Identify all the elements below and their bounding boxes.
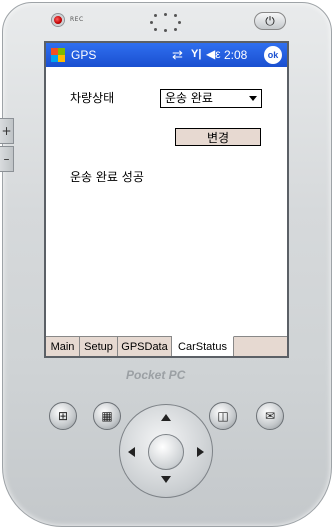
navigation-pad-center[interactable] xyxy=(148,434,184,470)
nav-up-arrow-icon[interactable] xyxy=(161,414,171,421)
tab-main-label: Main xyxy=(50,341,75,353)
change-button-label: 변경 xyxy=(206,130,230,145)
tab-gpsdata-label: GPSData xyxy=(121,341,168,353)
signal-icon[interactable]: Y| xyxy=(191,48,201,60)
start-menu-windows-icon[interactable] xyxy=(50,47,66,63)
start-hardware-button[interactable]: ⊞ xyxy=(49,402,77,430)
brand-logo: Pocket PC xyxy=(126,368,186,382)
tab-carstatus-label: CarStatus xyxy=(178,341,227,353)
contacts-icon: ◫ xyxy=(217,409,229,423)
power-button[interactable]: ⏻ xyxy=(254,12,286,30)
change-button[interactable]: 변경 xyxy=(175,128,261,146)
title-bar: GPS ⇄ Y| ◀ε 2:08 ok xyxy=(46,43,287,67)
tab-gpsdata[interactable]: GPSData xyxy=(118,337,172,356)
app-title: GPS xyxy=(71,48,97,62)
inbox-hardware-button[interactable]: ✉ xyxy=(256,402,284,430)
nav-down-arrow-icon[interactable] xyxy=(161,476,171,483)
tab-bar: Main Setup GPSData CarStatus xyxy=(46,336,287,356)
ok-button[interactable]: ok xyxy=(264,46,282,64)
screen: GPS ⇄ Y| ◀ε 2:08 ok 차량상태 운송 완료 변경 운송 완료 … xyxy=(44,41,289,358)
nav-left-arrow-icon[interactable] xyxy=(128,447,135,457)
volume-up-side-button[interactable]: + xyxy=(0,118,14,144)
tab-setup[interactable]: Setup xyxy=(80,337,118,356)
windows-icon: ⊞ xyxy=(57,409,69,423)
inbox-icon: ✉ xyxy=(264,409,276,423)
vehicle-status-label: 차량상태 xyxy=(70,91,115,105)
vehicle-status-dropdown[interactable]: 운송 완료 xyxy=(160,89,262,108)
volume-icon[interactable]: ◀ε xyxy=(206,47,221,61)
calendar-icon: ▦ xyxy=(101,409,113,423)
vehicle-status-selected-value: 운송 완료 xyxy=(165,91,213,105)
tab-main[interactable]: Main xyxy=(46,337,80,356)
speaker-grille xyxy=(148,12,184,34)
tab-carstatus[interactable]: CarStatus xyxy=(172,336,234,356)
rec-label: REC xyxy=(70,16,84,23)
result-message: 운송 완료 성공 xyxy=(70,170,144,184)
ok-label: ok xyxy=(267,50,279,60)
calendar-hardware-button[interactable]: ▦ xyxy=(93,402,121,430)
car-status-panel: 차량상태 운송 완료 변경 운송 완료 성공 xyxy=(46,67,287,336)
connectivity-icon[interactable]: ⇄ xyxy=(172,47,183,63)
power-icon: ⏻ xyxy=(265,13,275,28)
contacts-hardware-button[interactable]: ◫ xyxy=(209,402,237,430)
volume-up-label: + xyxy=(1,124,12,138)
record-button[interactable] xyxy=(52,14,64,26)
volume-down-side-button[interactable]: – xyxy=(0,146,14,172)
nav-right-arrow-icon[interactable] xyxy=(197,447,204,457)
volume-down-label: – xyxy=(3,152,10,166)
clock[interactable]: 2:08 xyxy=(224,48,247,62)
tab-setup-label: Setup xyxy=(84,341,113,353)
dropdown-arrow-icon xyxy=(249,96,257,101)
